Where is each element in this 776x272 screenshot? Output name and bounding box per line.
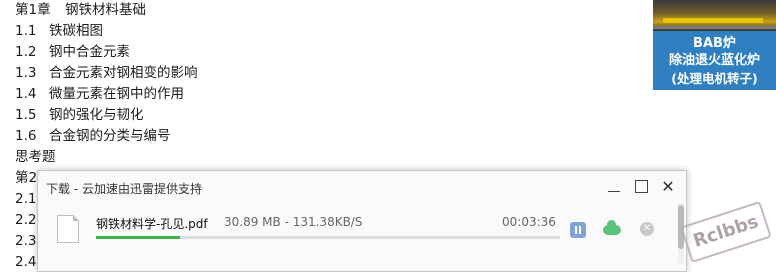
close-icon[interactable]: ✕ [659, 178, 677, 196]
toc-item[interactable]: 第2 [15, 168, 37, 188]
toc-item[interactable]: 1.4 微量元素在钢中的作用 [15, 84, 184, 104]
toc-number: 1.1 [15, 23, 37, 39]
watermark-text: Rclbbs [690, 211, 762, 252]
toc-item[interactable]: 2.1 [15, 189, 36, 209]
toc-text: 铁碳相图 [49, 23, 103, 39]
toc-item[interactable]: 2.3 [15, 231, 36, 251]
toc-number: 2.1 [15, 191, 37, 207]
download-progress-fill [96, 236, 180, 239]
toc-item[interactable]: 2.4 [15, 252, 36, 272]
download-titlebar[interactable]: 下载 - 云加速由迅雷提供支持 ✕ [38, 171, 686, 203]
toc-number: 第1章 [15, 2, 51, 18]
minimize-icon[interactable] [605, 178, 623, 196]
toc-number: 2.4 [15, 254, 37, 270]
toc-item[interactable]: 1.6 合金钢的分类与编号 [15, 126, 171, 146]
cancel-download-icon[interactable]: ✕ [640, 222, 654, 236]
toc-text: 钢铁材料基础 [65, 2, 146, 18]
file-icon [57, 215, 79, 243]
cloud-accelerate-icon[interactable] [603, 220, 621, 235]
toc-item[interactable]: 1.2 钢中合金元素 [15, 42, 130, 62]
toc-text: 合金钢的分类与编号 [49, 128, 171, 144]
toc-text: 钢的强化与韧化 [49, 107, 144, 123]
toc-item[interactable]: 思考题 [15, 147, 56, 167]
file-size-speed: 30.89 MB - 131.38KB/S [224, 215, 363, 229]
toc-text: 钢中合金元素 [49, 44, 130, 60]
ad-note: (处理电机转子) [671, 71, 758, 86]
toc-item[interactable]: 1.3 合金元素对钢相变的影响 [15, 63, 198, 83]
ad-photo-detail [663, 18, 763, 23]
watermark-stamp: Rclbbs [680, 200, 772, 264]
time-remaining: 00:03:36 [502, 215, 556, 229]
toc-item[interactable]: 1.1 铁碳相图 [15, 21, 103, 41]
toc-text: 微量元素在钢中的作用 [49, 86, 184, 102]
ad-photo [653, 0, 776, 31]
toc-number: 1.6 [15, 128, 37, 144]
pause-icon[interactable] [570, 222, 586, 238]
toc-number: 2.2 [15, 212, 37, 228]
toc-text: 合金元素对钢相变的影响 [49, 65, 198, 81]
maximize-icon[interactable] [632, 178, 650, 196]
toc-number: 1.4 [15, 86, 37, 102]
toc-number: 1.5 [15, 107, 37, 123]
ad-photo-detail [653, 26, 776, 29]
download-panel: 下载 - 云加速由迅雷提供支持 ✕ 钢铁材料学-孔见.pdf 30.89 MB … [37, 170, 687, 272]
toc-number: 1.3 [15, 65, 37, 81]
toc-chapter-1[interactable]: 第1章 钢铁材料基础 [15, 0, 146, 20]
download-title: 下载 - 云加速由迅雷提供支持 [46, 182, 202, 196]
toc-text: 思考题 [15, 149, 56, 165]
toc-item[interactable]: 1.5 钢的强化与韧化 [15, 105, 144, 125]
toc-number: 第2 [15, 170, 38, 186]
download-item[interactable]: 钢铁材料学-孔见.pdf 30.89 MB - 131.38KB/S 00:03… [38, 203, 678, 253]
file-name: 钢铁材料学-孔见.pdf [96, 217, 208, 231]
toc-number: 1.2 [15, 44, 37, 60]
ad-subtitle: 除油退火蓝化炉 [668, 53, 760, 68]
toc-number: 2.3 [15, 233, 37, 249]
download-progress-bar [96, 236, 560, 239]
ad-banner[interactable]: BAB炉 除油退火蓝化炉 (处理电机转子) [653, 0, 776, 90]
toc-item[interactable]: 2.2 [15, 210, 36, 230]
